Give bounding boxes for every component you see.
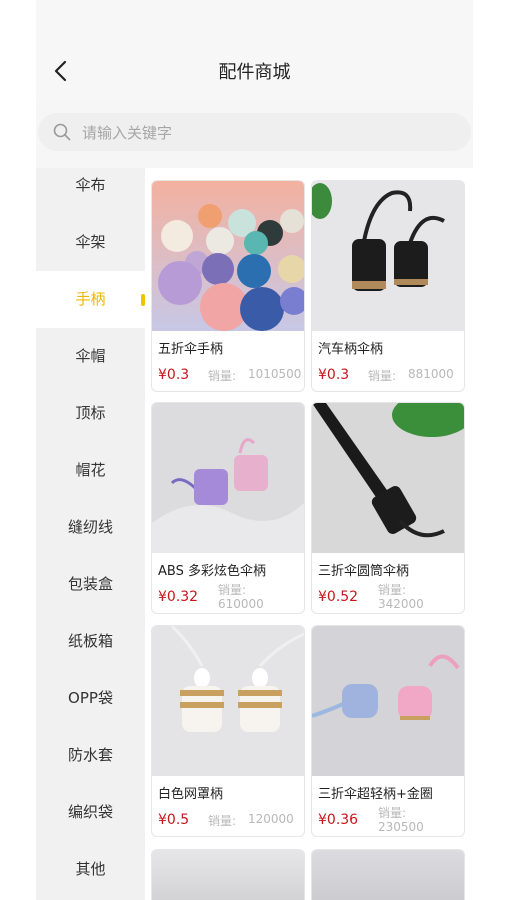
product-card[interactable]: 三折伞超轻柄+金圈 ¥0.36 销量: 230500 bbox=[311, 625, 465, 837]
product-image bbox=[152, 626, 304, 776]
product-name: 三折伞圆筒伞柄 bbox=[318, 564, 410, 579]
product-price: ¥0.3 bbox=[318, 367, 350, 383]
product-name: 汽车柄伞柄 bbox=[318, 342, 384, 357]
product-grid: 五折伞手柄 ¥0.3 销量: 1010500 汽车柄伞柄 ¥0.3 销量: 88… bbox=[145, 168, 473, 900]
search-icon bbox=[53, 123, 71, 141]
product-card-partial[interactable] bbox=[151, 849, 305, 900]
product-image bbox=[152, 403, 304, 553]
product-name: 五折伞手柄 bbox=[158, 342, 224, 357]
category-item-top-tip[interactable]: 顶标 bbox=[36, 385, 145, 442]
product-image bbox=[152, 850, 304, 900]
category-item-carton[interactable]: 纸板箱 bbox=[36, 613, 145, 670]
header-bar: 配件商城 bbox=[36, 0, 473, 100]
product-price: ¥0.36 bbox=[318, 812, 359, 828]
category-item-opp-bag[interactable]: OPP袋 bbox=[36, 670, 145, 727]
product-price: ¥0.52 bbox=[318, 589, 359, 605]
category-item-handle[interactable]: 手柄 bbox=[36, 271, 145, 328]
sales-count: 230500 bbox=[378, 820, 424, 834]
product-price: ¥0.5 bbox=[158, 812, 190, 828]
sales-label: 销量: bbox=[368, 369, 397, 383]
product-card[interactable]: 三折伞圆筒伞柄 ¥0.52 销量: 342000 bbox=[311, 402, 465, 614]
category-item-umbrella-frame[interactable]: 伞架 bbox=[36, 214, 145, 271]
category-item-woven-bag[interactable]: 编织袋 bbox=[36, 784, 145, 841]
page-title: 配件商城 bbox=[218, 62, 291, 83]
sales-label: 销量: bbox=[208, 814, 237, 828]
product-name: 白色网罩柄 bbox=[158, 787, 224, 802]
category-item-umbrella-cap[interactable]: 伞帽 bbox=[36, 328, 145, 385]
category-sidebar: 伞布 伞架 手柄 伞帽 顶标 帽花 缝纫线 包装盒 纸板箱 OPP袋 防水套 编… bbox=[36, 168, 145, 900]
sales-label: 销量: bbox=[378, 806, 407, 820]
sales-count: 610000 bbox=[218, 597, 264, 611]
product-card[interactable]: ABS 多彩炫色伞柄 ¥0.32 销量: 610000 bbox=[151, 402, 305, 614]
product-name: 三折伞超轻柄+金圈 bbox=[318, 787, 433, 802]
search-input[interactable]: 请输入关键字 bbox=[82, 122, 172, 143]
category-item-umbrella-cloth[interactable]: 伞布 bbox=[36, 157, 145, 214]
product-image bbox=[312, 850, 464, 900]
product-card[interactable]: 汽车柄伞柄 ¥0.3 销量: 881000 bbox=[311, 180, 465, 392]
sales-count: 1010500 bbox=[248, 367, 302, 381]
category-item-cap-flower[interactable]: 帽花 bbox=[36, 442, 145, 499]
product-card[interactable]: 白色网罩柄 ¥0.5 销量: 120000 bbox=[151, 625, 305, 837]
product-image bbox=[312, 626, 464, 776]
category-item-sewing-thread[interactable]: 缝纫线 bbox=[36, 499, 145, 556]
search-bar[interactable]: 请输入关键字 bbox=[38, 113, 471, 151]
product-card-partial[interactable] bbox=[311, 849, 465, 900]
product-image bbox=[312, 181, 464, 331]
sales-count: 120000 bbox=[248, 812, 294, 826]
sales-label: 销量: bbox=[378, 583, 407, 597]
category-item-packing-box[interactable]: 包装盒 bbox=[36, 556, 145, 613]
product-name: ABS 多彩炫色伞柄 bbox=[158, 564, 266, 579]
sales-label: 销量: bbox=[218, 583, 247, 597]
product-card[interactable]: 五折伞手柄 ¥0.3 销量: 1010500 bbox=[151, 180, 305, 392]
category-item-waterproof-cover[interactable]: 防水套 bbox=[36, 727, 145, 784]
product-image bbox=[312, 403, 464, 553]
product-price: ¥0.32 bbox=[158, 589, 199, 605]
sales-count: 342000 bbox=[378, 597, 424, 611]
sales-count: 881000 bbox=[408, 367, 454, 381]
phone-screen: 配件商城 请输入关键字 伞布 伞架 手柄 伞帽 顶标 帽花 缝纫线 包装盒 纸板… bbox=[36, 0, 473, 900]
sales-label: 销量: bbox=[208, 369, 237, 383]
category-item-other[interactable]: 其他 bbox=[36, 841, 145, 898]
product-price: ¥0.3 bbox=[158, 367, 190, 383]
product-image bbox=[152, 181, 304, 331]
